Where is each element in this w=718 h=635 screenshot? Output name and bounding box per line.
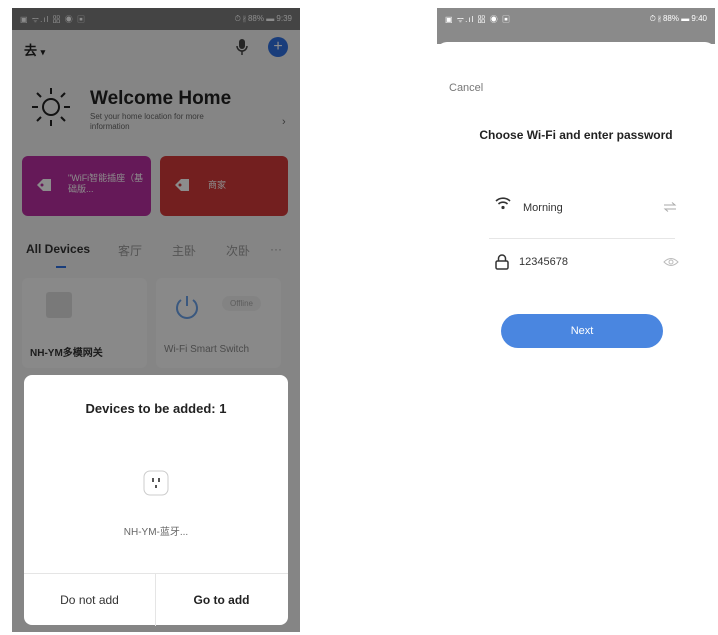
eye-icon[interactable] [663,257,679,267]
next-button[interactable]: Next [501,314,663,348]
lock-icon [495,254,509,270]
dialog-title: Devices to be added: 1 [85,401,227,416]
wifi-password-field[interactable]: 12345678 [519,256,568,268]
status-bar: ▣ ᯤ.ıl 㗊 ◉ ▣ ⏱ ∦ 88% ▬ 9:40 [437,8,715,44]
go-to-add-button[interactable]: Go to add [156,574,287,626]
field-divider [489,238,675,239]
do-not-add-button[interactable]: Do not add [24,574,156,626]
right-phone-screen: ▣ ᯤ.ıl 㗊 ◉ ▣ ⏱ ∦ 88% ▬ 9:40 Cancel Choos… [437,8,715,632]
dialog-actions: Do not add Go to add [24,573,288,626]
wifi-ssid-field[interactable]: Morning [523,202,563,214]
wifi-icon [495,197,511,210]
devices-to-add-dialog: Devices to be added: 1 NH-YM-蓝牙... Do no… [24,375,288,626]
status-icons-right: ⏱ ∦ 88% ▬ 9:40 [649,14,707,23]
plug-icon [143,470,169,496]
wifi-setup-sheet: Cancel Choose Wi-Fi and enter password M… [437,42,715,632]
left-phone-screen: ▣ ᯤ.ıl 㗊 ◉ ▣ ⏱ ∦ 88% ▬ 9:39 去 ▾ + Welcom… [12,8,300,632]
dialog-device-name: NH-YM-蓝牙... [123,527,189,538]
switch-network-icon[interactable] [663,202,677,212]
status-icons-left: ▣ ᯤ.ıl 㗊 ◉ ▣ [445,15,511,24]
page-title: Choose Wi-Fi and enter password [479,128,673,142]
cancel-button[interactable]: Cancel [449,82,483,94]
